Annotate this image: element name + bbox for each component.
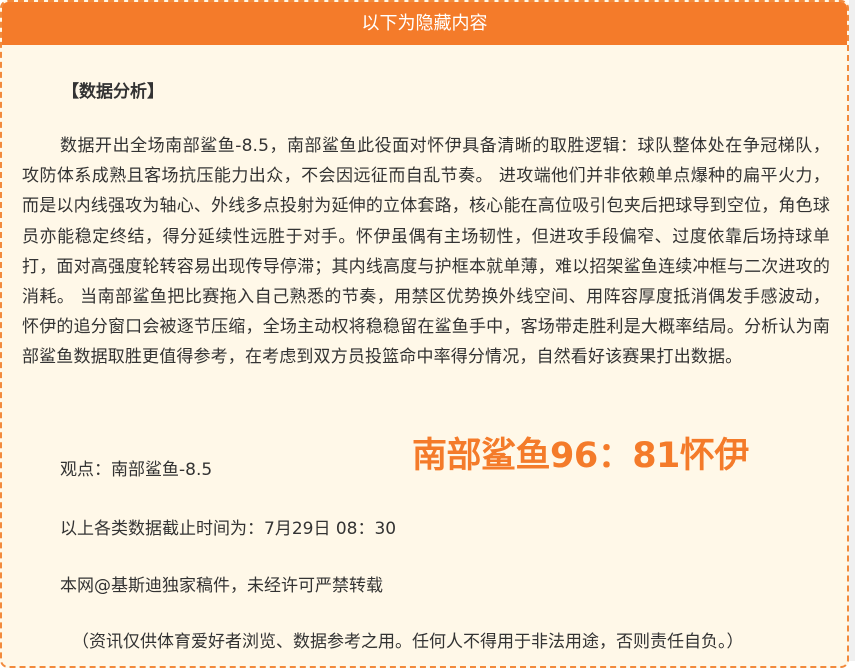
score-highlight: 南部鲨鱼96：81怀伊 [412, 436, 749, 476]
hidden-content-box: 以下为隐藏内容 【数据分析】 数据开出全场南部鲨鱼-8.5，南部鲨鱼此役面对怀伊… [0, 0, 849, 668]
viewpoint-text: 观点：南部鲨鱼-8.5 [60, 460, 213, 480]
disclaimer-text: （资讯仅供体育爱好者浏览、数据参考之用。任何人不得用于非法用途，否则责任自负。） [72, 632, 744, 652]
cutoff-time-text: 以上各类数据截止时间为：7月29日 08：30 [60, 519, 397, 539]
analysis-paragraph: 数据开出全场南部鲨鱼-8.5，南部鲨鱼此役面对怀伊具备清晰的取胜逻辑：球队整体处… [22, 136, 830, 368]
hidden-content-header: 以下为隐藏内容 [2, 2, 847, 45]
section-title: 【数据分析】 [62, 82, 164, 102]
copyright-text: 本网@基斯迪独家稿件，未经许可严禁转载 [60, 576, 383, 596]
page-scrollbar[interactable] [849, 0, 855, 661]
